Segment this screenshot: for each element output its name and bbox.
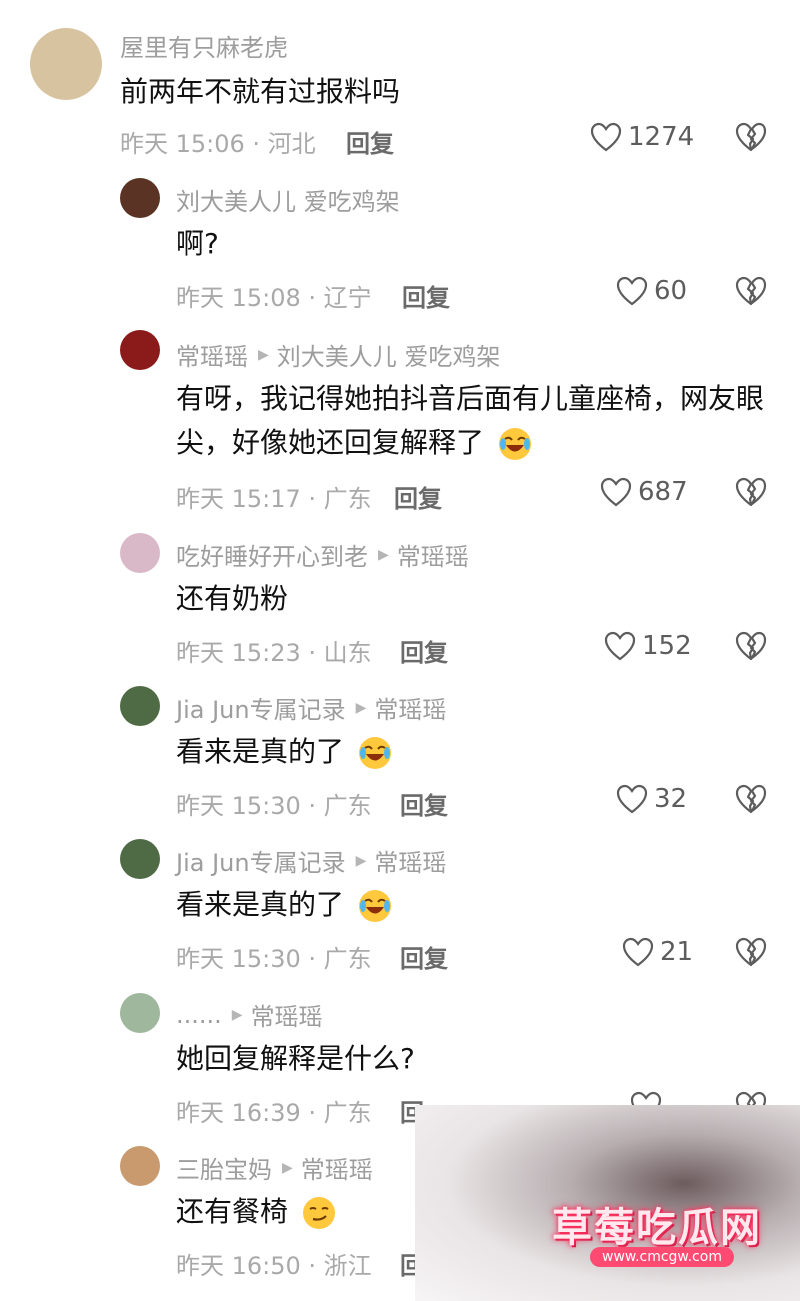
reply-to-username[interactable]: 常瑶瑶 (374, 690, 446, 725)
reply-button[interactable]: 回复 (400, 939, 448, 974)
comment-time-location: 昨天 15:23 · 山东 (176, 639, 372, 667)
heart-icon (622, 937, 654, 967)
comment-time-location: 昨天 15:08 · 辽宁 (176, 284, 372, 312)
heart-icon (590, 122, 622, 152)
dislike-button[interactable] (735, 122, 767, 156)
like-button[interactable]: 152 (604, 631, 692, 661)
like-button[interactable]: 21 (622, 937, 693, 967)
like-count: 60 (654, 276, 688, 306)
reply-to-username[interactable]: 常瑶瑶 (301, 1150, 373, 1185)
avatar[interactable] (120, 178, 160, 218)
watermark-url: www.cmcgw.com (590, 1247, 734, 1267)
reply-button[interactable]: 回复 (346, 124, 394, 159)
comment-username[interactable]: Jia Jun专属记录 ▶ 常瑶瑶 (176, 843, 446, 878)
comment-text: 还有餐椅 (176, 1190, 337, 1234)
comment-item: 吃好睡好开心到老 ▶ 常瑶瑶 还有奶粉 昨天 15:23 · 山东 回复 152 (0, 525, 800, 675)
comment-username[interactable]: 常瑶瑶 ▶ 刘大美人儿 爱吃鸡架 (176, 337, 500, 372)
heart-icon (600, 477, 632, 507)
laugh-cry-emoji-icon (358, 737, 391, 769)
like-count: 21 (660, 937, 694, 967)
comment-username[interactable]: 吃好睡好开心到老 ▶ 常瑶瑶 (176, 537, 469, 572)
comment-item: 刘大美人儿 爱吃鸡架 啊? 昨天 15:08 · 辽宁 回复 60 (0, 170, 800, 320)
comment-text: 看来是真的了 (176, 730, 393, 774)
comment-time-location: 昨天 15:30 · 广东 (176, 945, 372, 973)
reply-button[interactable]: 回复 (400, 633, 448, 668)
avatar[interactable] (120, 686, 160, 726)
avatar[interactable] (120, 533, 160, 573)
comment-time-location: 昨天 16:39 · 广东 (176, 1099, 372, 1127)
comment-item: Jia Jun专属记录 ▶ 常瑶瑶 看来是真的了 昨天 15:30 · 广东 回… (0, 831, 800, 981)
reply-arrow-icon: ▶ (282, 1159, 293, 1176)
comment-text: 前两年不就有过报料吗 (120, 75, 401, 108)
comment-username[interactable]: Jia Jun专属记录 ▶ 常瑶瑶 (176, 690, 446, 725)
dislike-button[interactable] (735, 784, 767, 818)
avatar[interactable] (120, 1146, 160, 1186)
watermark-title: 草莓吃瓜网 (552, 1205, 762, 1251)
broken-heart-icon (735, 631, 767, 661)
broken-heart-icon (735, 784, 767, 814)
dislike-button[interactable] (735, 477, 767, 511)
reply-to-username[interactable]: 刘大美人儿 爱吃鸡架 (277, 337, 501, 372)
comment-time-location: 昨天 15:17 · 广东 (176, 485, 372, 513)
dislike-button[interactable] (735, 937, 767, 971)
avatar[interactable] (120, 330, 160, 370)
comment-text: 有呀，我记得她拍抖音后面有儿童座椅，网友眼尖，好像她还回复解释了 (176, 377, 776, 465)
dislike-button[interactable] (735, 631, 767, 665)
comment-username[interactable]: 三胎宝妈 ▶ 常瑶瑶 (176, 1150, 373, 1185)
reply-button[interactable]: 回复 (400, 786, 448, 821)
laugh-cry-emoji-icon (358, 890, 391, 922)
like-button[interactable]: 32 (616, 784, 687, 814)
comment-username[interactable]: 刘大美人儿 爱吃鸡架 (176, 182, 400, 217)
avatar[interactable] (120, 839, 160, 879)
like-count: 687 (638, 477, 688, 507)
reply-to-username[interactable]: 常瑶瑶 (397, 537, 469, 572)
reply-arrow-icon: ▶ (355, 852, 367, 869)
reply-arrow-icon: ▶ (355, 699, 367, 716)
comment-text: 还有奶粉 (176, 582, 289, 615)
like-count: 32 (654, 784, 688, 814)
broken-heart-icon (735, 122, 767, 152)
reply-to-username[interactable]: 常瑶瑶 (251, 997, 323, 1032)
comment-item: Jia Jun专属记录 ▶ 常瑶瑶 看来是真的了 昨天 15:30 · 广东 回… (0, 678, 800, 828)
like-button[interactable]: 1274 (590, 122, 694, 152)
comment-username[interactable]: 屋里有只麻老虎 (120, 28, 288, 63)
comment-text: 她回复解释是什么? (176, 1042, 415, 1075)
comment-item: 常瑶瑶 ▶ 刘大美人儿 爱吃鸡架 有呀，我记得她拍抖音后面有儿童座椅，网友眼尖，… (0, 325, 800, 525)
comment-item: 屋里有只麻老虎 前两年不就有过报料吗 昨天 15:06 · 河北 回复 1274 (0, 0, 800, 170)
heart-icon (604, 631, 636, 661)
avatar[interactable] (30, 28, 102, 100)
comment-text: 看来是真的了 (176, 883, 393, 927)
smirk-emoji-icon (302, 1197, 335, 1229)
like-button[interactable]: 687 (600, 477, 688, 507)
reply-arrow-icon: ▶ (378, 546, 389, 563)
like-count: 152 (642, 631, 692, 661)
comment-username[interactable]: ...... ▶ 常瑶瑶 (176, 997, 323, 1032)
comment-time-location: 昨天 15:30 · 广东 (176, 792, 372, 820)
broken-heart-icon (735, 477, 767, 507)
reply-arrow-icon: ▶ (258, 346, 269, 363)
broken-heart-icon (735, 276, 767, 306)
comment-time-location: 昨天 15:06 · 河北 (120, 130, 316, 158)
heart-icon (616, 784, 648, 814)
reply-arrow-icon: ▶ (231, 1006, 243, 1023)
heart-icon (616, 276, 648, 306)
laugh-cry-emoji-icon (498, 428, 531, 460)
reply-to-username[interactable]: 常瑶瑶 (374, 843, 446, 878)
like-button[interactable]: 60 (616, 276, 687, 306)
avatar[interactable] (120, 993, 160, 1033)
comment-time-location: 昨天 16:50 · 浙江 (176, 1252, 372, 1280)
reply-button[interactable]: 回复 (394, 479, 442, 514)
comment-text: 啊? (176, 227, 219, 260)
broken-heart-icon (735, 937, 767, 967)
reply-button[interactable]: 回复 (402, 278, 450, 313)
like-count: 1274 (628, 122, 695, 152)
dislike-button[interactable] (735, 276, 767, 310)
